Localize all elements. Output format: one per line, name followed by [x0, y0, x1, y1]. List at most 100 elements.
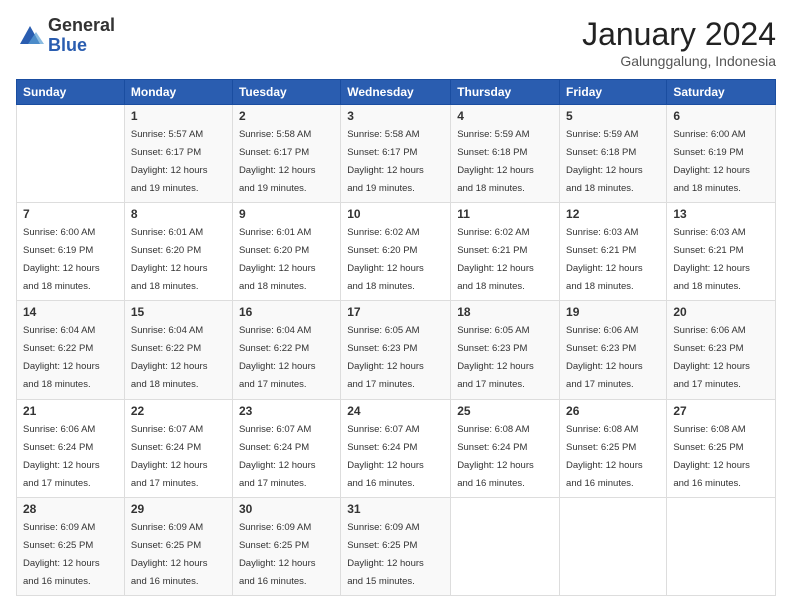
day-number: 5	[566, 109, 660, 123]
day-number: 7	[23, 207, 118, 221]
day-info: Sunrise: 5:59 AM Sunset: 6:18 PM Dayligh…	[457, 129, 534, 194]
calendar-week-row: 14 Sunrise: 6:04 AM Sunset: 6:22 PM Dayli…	[17, 301, 776, 399]
day-info: Sunrise: 6:05 AM Sunset: 6:23 PM Dayligh…	[457, 325, 534, 390]
day-number: 23	[239, 404, 334, 418]
calendar-week-row: 28 Sunrise: 6:09 AM Sunset: 6:25 PM Dayli…	[17, 497, 776, 595]
day-info: Sunrise: 6:05 AM Sunset: 6:23 PM Dayligh…	[347, 325, 424, 390]
month-title: January 2024	[582, 16, 776, 53]
calendar-cell: 2 Sunrise: 5:58 AM Sunset: 6:17 PM Daylig…	[232, 105, 340, 203]
calendar-cell: 6 Sunrise: 6:00 AM Sunset: 6:19 PM Daylig…	[667, 105, 776, 203]
calendar-cell: 18 Sunrise: 6:05 AM Sunset: 6:23 PM Dayli…	[451, 301, 560, 399]
calendar-cell: 15Sunrise: 6:04 AM Sunset: 6:22 PM Dayli…	[124, 301, 232, 399]
calendar-cell: 13Sunrise: 6:03 AM Sunset: 6:21 PM Dayli…	[667, 203, 776, 301]
day-info: Sunrise: 6:09 AM Sunset: 6:25 PM Dayligh…	[239, 522, 316, 587]
day-info: Sunrise: 6:07 AM Sunset: 6:24 PM Dayligh…	[239, 424, 316, 489]
page: General Blue January 2024 Galunggalung, …	[0, 0, 792, 612]
day-header-sunday: Sunday	[17, 80, 125, 105]
day-info: Sunrise: 5:58 AM Sunset: 6:17 PM Dayligh…	[239, 129, 316, 194]
calendar-cell: 20 Sunrise: 6:06 AM Sunset: 6:23 PM Dayli…	[667, 301, 776, 399]
day-number: 24	[347, 404, 444, 418]
day-header-wednesday: Wednesday	[341, 80, 451, 105]
day-number: 17	[347, 305, 444, 319]
day-number: 29	[131, 502, 226, 516]
calendar-week-row: 7 Sunrise: 6:00 AM Sunset: 6:19 PM Daylig…	[17, 203, 776, 301]
day-number: 27	[673, 404, 769, 418]
day-info: Sunrise: 6:01 AM Sunset: 6:20 PM Dayligh…	[131, 227, 208, 292]
calendar-week-row: 1 Sunrise: 5:57 AM Sunset: 6:17 PM Daylig…	[17, 105, 776, 203]
logo-text: General Blue	[48, 16, 115, 56]
calendar-cell: 19Sunrise: 6:06 AM Sunset: 6:23 PM Dayli…	[560, 301, 667, 399]
day-info: Sunrise: 6:00 AM Sunset: 6:19 PM Dayligh…	[23, 227, 100, 292]
day-number: 1	[131, 109, 226, 123]
logo: General Blue	[16, 16, 115, 56]
day-header-thursday: Thursday	[451, 80, 560, 105]
day-number: 16	[239, 305, 334, 319]
calendar-cell: 24 Sunrise: 6:07 AM Sunset: 6:24 PM Dayli…	[341, 399, 451, 497]
day-info: Sunrise: 5:57 AM Sunset: 6:17 PM Dayligh…	[131, 129, 208, 194]
day-info: Sunrise: 6:00 AM Sunset: 6:19 PM Dayligh…	[673, 129, 750, 194]
day-number: 18	[457, 305, 553, 319]
day-info: Sunrise: 6:07 AM Sunset: 6:24 PM Dayligh…	[131, 424, 208, 489]
day-header-tuesday: Tuesday	[232, 80, 340, 105]
day-number: 30	[239, 502, 334, 516]
day-info: Sunrise: 6:04 AM Sunset: 6:22 PM Dayligh…	[239, 325, 316, 390]
calendar-cell	[451, 497, 560, 595]
day-info: Sunrise: 5:59 AM Sunset: 6:18 PM Dayligh…	[566, 129, 643, 194]
day-info: Sunrise: 6:06 AM Sunset: 6:24 PM Dayligh…	[23, 424, 100, 489]
day-header-saturday: Saturday	[667, 80, 776, 105]
day-info: Sunrise: 6:02 AM Sunset: 6:20 PM Dayligh…	[347, 227, 424, 292]
day-number: 31	[347, 502, 444, 516]
day-number: 2	[239, 109, 334, 123]
calendar-cell	[17, 105, 125, 203]
calendar-cell: 8Sunrise: 6:01 AM Sunset: 6:20 PM Daylig…	[124, 203, 232, 301]
calendar-cell	[560, 497, 667, 595]
logo-blue: Blue	[48, 36, 115, 56]
day-number: 21	[23, 404, 118, 418]
calendar-cell: 9 Sunrise: 6:01 AM Sunset: 6:20 PM Daylig…	[232, 203, 340, 301]
day-info: Sunrise: 6:09 AM Sunset: 6:25 PM Dayligh…	[347, 522, 424, 587]
logo-icon	[16, 22, 44, 50]
day-header-monday: Monday	[124, 80, 232, 105]
calendar-week-row: 21 Sunrise: 6:06 AM Sunset: 6:24 PM Dayli…	[17, 399, 776, 497]
calendar-cell: 27 Sunrise: 6:08 AM Sunset: 6:25 PM Dayli…	[667, 399, 776, 497]
calendar-cell: 14Sunrise: 6:04 AM Sunset: 6:22 PM Dayli…	[17, 301, 125, 399]
day-info: Sunrise: 6:01 AM Sunset: 6:20 PM Dayligh…	[239, 227, 316, 292]
day-number: 19	[566, 305, 660, 319]
day-number: 14	[23, 305, 118, 319]
day-number: 9	[239, 207, 334, 221]
calendar-cell: 11Sunrise: 6:02 AM Sunset: 6:21 PM Dayli…	[451, 203, 560, 301]
day-info: Sunrise: 6:07 AM Sunset: 6:24 PM Dayligh…	[347, 424, 424, 489]
calendar-cell: 5 Sunrise: 5:59 AM Sunset: 6:18 PM Daylig…	[560, 105, 667, 203]
header: General Blue January 2024 Galunggalung, …	[16, 16, 776, 69]
calendar-cell: 1 Sunrise: 5:57 AM Sunset: 6:17 PM Daylig…	[124, 105, 232, 203]
day-info: Sunrise: 6:09 AM Sunset: 6:25 PM Dayligh…	[23, 522, 100, 587]
calendar-cell: 4 Sunrise: 5:59 AM Sunset: 6:18 PM Daylig…	[451, 105, 560, 203]
day-info: Sunrise: 6:06 AM Sunset: 6:23 PM Dayligh…	[673, 325, 750, 390]
calendar-header-row: SundayMondayTuesdayWednesdayThursdayFrid…	[17, 80, 776, 105]
calendar-cell: 26Sunrise: 6:08 AM Sunset: 6:25 PM Dayli…	[560, 399, 667, 497]
calendar-cell: 17 Sunrise: 6:05 AM Sunset: 6:23 PM Dayli…	[341, 301, 451, 399]
day-info: Sunrise: 6:08 AM Sunset: 6:25 PM Dayligh…	[673, 424, 750, 489]
calendar-cell: 10Sunrise: 6:02 AM Sunset: 6:20 PM Dayli…	[341, 203, 451, 301]
day-number: 12	[566, 207, 660, 221]
day-info: Sunrise: 6:02 AM Sunset: 6:21 PM Dayligh…	[457, 227, 534, 292]
calendar-cell	[667, 497, 776, 595]
calendar-cell: 16 Sunrise: 6:04 AM Sunset: 6:22 PM Dayli…	[232, 301, 340, 399]
day-number: 13	[673, 207, 769, 221]
day-info: Sunrise: 6:08 AM Sunset: 6:24 PM Dayligh…	[457, 424, 534, 489]
day-number: 4	[457, 109, 553, 123]
day-number: 6	[673, 109, 769, 123]
day-number: 26	[566, 404, 660, 418]
calendar-cell: 3Sunrise: 5:58 AM Sunset: 6:17 PM Daylig…	[341, 105, 451, 203]
day-number: 28	[23, 502, 118, 516]
calendar-cell: 29 Sunrise: 6:09 AM Sunset: 6:25 PM Dayli…	[124, 497, 232, 595]
day-number: 20	[673, 305, 769, 319]
day-info: Sunrise: 6:09 AM Sunset: 6:25 PM Dayligh…	[131, 522, 208, 587]
day-number: 22	[131, 404, 226, 418]
day-number: 25	[457, 404, 553, 418]
calendar-cell: 28 Sunrise: 6:09 AM Sunset: 6:25 PM Dayli…	[17, 497, 125, 595]
calendar-cell: 7 Sunrise: 6:00 AM Sunset: 6:19 PM Daylig…	[17, 203, 125, 301]
calendar-cell: 25 Sunrise: 6:08 AM Sunset: 6:24 PM Dayli…	[451, 399, 560, 497]
day-info: Sunrise: 6:03 AM Sunset: 6:21 PM Dayligh…	[566, 227, 643, 292]
day-header-friday: Friday	[560, 80, 667, 105]
